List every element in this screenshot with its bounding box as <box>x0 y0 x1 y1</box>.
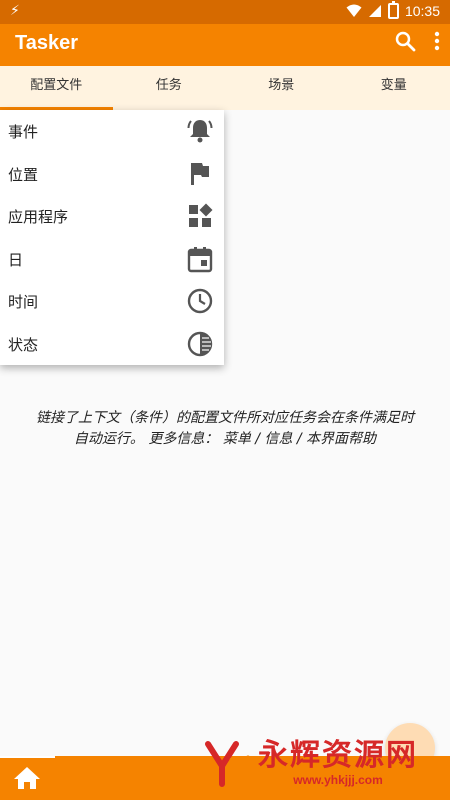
menu-item-application[interactable]: 应用程序 <box>0 195 224 237</box>
menu-item-label: 应用程序 <box>8 207 69 226</box>
menu-item-location[interactable]: 位置 <box>0 153 224 195</box>
tab-variables[interactable]: 变量 <box>338 66 450 110</box>
apps-icon <box>189 203 213 227</box>
bell-icon <box>187 120 213 143</box>
watermark-url: www.yhkjjj.com <box>293 773 383 787</box>
menu-item-state[interactable]: 状态 <box>0 323 224 365</box>
menu-item-label: 时间 <box>8 292 39 311</box>
menu-item-label: 状态 <box>8 335 39 354</box>
info-text-line: 链接了上下文（条件）的配置文件所对应任务会在条件满足时 <box>36 410 414 426</box>
context-menu: 事件 位置 应用程序 日 时间 状态 <box>0 110 224 365</box>
status-time: 10:35 <box>404 3 440 19</box>
status-icons: 10:35 <box>346 1 440 19</box>
bolt-icon: ⚡ <box>10 3 20 19</box>
menu-item-label: 事件 <box>8 122 39 141</box>
search-icon[interactable] <box>394 30 416 52</box>
bottom-indicator <box>0 756 55 758</box>
watermark-logo <box>205 741 251 787</box>
menu-item-event[interactable]: 事件 <box>0 110 224 152</box>
flag-icon <box>191 163 209 185</box>
menu-item-label: 日 <box>8 250 24 269</box>
watermark: 永辉资源网 www.yhkjjj.com <box>202 738 418 788</box>
clock-icon <box>187 288 213 314</box>
menu-item-time[interactable]: 时间 <box>0 280 224 322</box>
app-title: Tasker <box>15 32 79 54</box>
watermark-text: 永辉资源网 <box>258 738 418 773</box>
home-icon[interactable] <box>13 766 41 790</box>
battery-icon <box>387 1 399 19</box>
menu-item-day[interactable]: 日 <box>0 238 224 280</box>
calendar-icon <box>187 247 213 273</box>
info-text-line: 自动运行。 更多信息： 菜单 / 信息 / 本界面帮助 <box>73 431 377 447</box>
info-text: 链接了上下文（条件）的配置文件所对应任务会在条件满足时 自动运行。 更多信息： … <box>0 408 450 450</box>
signal-icon <box>368 5 381 17</box>
state-icon <box>187 331 213 357</box>
menu-item-label: 位置 <box>8 165 39 184</box>
app-bar: Tasker <box>0 24 450 66</box>
tab-tasks[interactable]: 任务 <box>113 66 226 110</box>
tab-scenes[interactable]: 场景 <box>225 66 338 110</box>
more-vert-icon[interactable] <box>434 31 440 51</box>
tab-bar: 配置文件 任务 场景 变量 <box>0 66 450 110</box>
tab-profiles[interactable]: 配置文件 <box>0 66 113 110</box>
wifi-icon <box>346 4 362 17</box>
status-bar: ⚡ 10:35 <box>0 0 450 24</box>
